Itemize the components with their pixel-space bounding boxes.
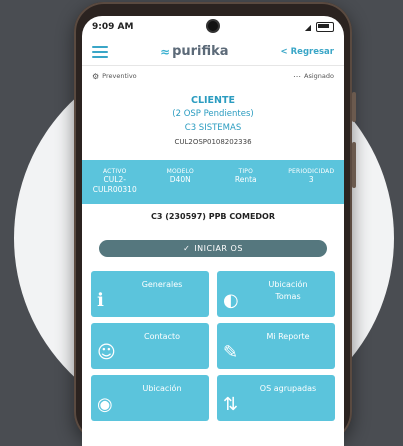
info-label: MODELO bbox=[166, 168, 194, 175]
tile-contacto[interactable]: ☺ Contacto bbox=[91, 323, 209, 369]
back-button[interactable]: < Regresar bbox=[281, 47, 334, 57]
tools-icon: ⚙ bbox=[92, 71, 100, 81]
power-button bbox=[352, 142, 356, 188]
users-icon: ☺ bbox=[97, 342, 116, 363]
volume-button bbox=[352, 92, 356, 122]
back-label: Regresar bbox=[290, 46, 334, 57]
info-tipo: TIPO Renta bbox=[216, 168, 276, 204]
asset-info-bar: ACTIVO CUL2- CULR00310 MODELO D40N TIPO … bbox=[82, 160, 344, 204]
preventive-label: Preventivo bbox=[102, 72, 137, 80]
phone-screen: 9:09 AM ◢ ≈ purifika < Regresar ⚙ Preven… bbox=[82, 16, 344, 446]
tile-ubicacion-tomas[interactable]: ◐ Ubicación Tomas bbox=[217, 271, 335, 317]
client-name: C3 SISTEMAS bbox=[184, 123, 242, 133]
tile-mi-reporte[interactable]: ✎ Mi Reporte bbox=[217, 323, 335, 369]
client-code: CUL2OSP0108202336 bbox=[174, 138, 252, 146]
info-activo: ACTIVO CUL2- CULR00310 bbox=[85, 168, 145, 204]
info-periodicidad: PERIODICIDAD 3 bbox=[281, 168, 341, 204]
info-icon: ℹ bbox=[97, 290, 104, 311]
edit-icon: ✎ bbox=[223, 342, 239, 363]
tile-label: Mi Reporte bbox=[266, 332, 310, 341]
start-os-label: INICIAR OS bbox=[194, 244, 243, 253]
info-modelo: MODELO D40N bbox=[150, 168, 210, 204]
tile-label: OS agrupadas bbox=[259, 384, 317, 393]
menu-grid: ℹ Generales ◐ Ubicación Tomas ☺ Contacto… bbox=[91, 271, 335, 421]
signal-icon: ◢ bbox=[304, 22, 311, 32]
check-icon: ✓ bbox=[183, 244, 191, 253]
info-value: D40N bbox=[169, 175, 191, 184]
assigned-label: Asignado bbox=[304, 72, 334, 80]
front-camera bbox=[208, 21, 218, 31]
info-label: TIPO bbox=[238, 168, 254, 175]
logo-text: purifika bbox=[172, 44, 229, 59]
water-drop-icon: ◐ bbox=[223, 290, 239, 311]
tile-os-agrupadas[interactable]: ⇅ OS agrupadas bbox=[217, 375, 335, 421]
info-value: CUL2- CULR00310 bbox=[92, 175, 137, 194]
order-tags: ⚙ Preventivo ⋯ Asignado bbox=[82, 68, 344, 84]
info-label: ACTIVO bbox=[102, 168, 127, 175]
tile-label: Generales bbox=[141, 280, 183, 289]
site-name: C3 (230597) PPB COMEDOR bbox=[150, 212, 276, 221]
loading-icon: ⋯ bbox=[293, 71, 302, 81]
status-icons: ◢ bbox=[305, 22, 334, 32]
phone-frame: 9:09 AM ◢ ≈ purifika < Regresar ⚙ Preven… bbox=[74, 2, 356, 446]
tile-label: Ubicación Tomas bbox=[268, 280, 308, 301]
wave-icon: ≈ bbox=[160, 44, 171, 59]
status-time: 9:09 AM bbox=[92, 22, 134, 32]
location-icon: ◉ bbox=[97, 394, 113, 415]
app-logo: ≈ purifika bbox=[160, 44, 229, 59]
tile-ubicacion[interactable]: ◉ Ubicación bbox=[91, 375, 209, 421]
info-value: 3 bbox=[308, 175, 314, 184]
preventive-tag: ⚙ Preventivo bbox=[92, 72, 137, 81]
pending-count: (2 OSP Pendientes) bbox=[172, 109, 254, 119]
client-title: CLIENTE bbox=[191, 95, 235, 106]
tile-generales[interactable]: ℹ Generales bbox=[91, 271, 209, 317]
tile-label: Ubicación bbox=[142, 384, 182, 393]
tile-label: Contacto bbox=[143, 332, 181, 341]
assigned-tag: ⋯ Asignado bbox=[293, 72, 334, 81]
info-value: Renta bbox=[234, 175, 257, 184]
info-label: PERIODICIDAD bbox=[288, 168, 335, 175]
merge-icon: ⇅ bbox=[223, 394, 239, 415]
battery-icon bbox=[316, 22, 334, 32]
chevron-left-icon: < bbox=[280, 46, 288, 57]
app-bar: ≈ purifika < Regresar bbox=[82, 38, 344, 66]
client-block: CLIENTE (2 OSP Pendientes) C3 SISTEMAS C… bbox=[82, 94, 344, 149]
start-os-button[interactable]: ✓ INICIAR OS bbox=[99, 240, 327, 257]
menu-icon[interactable] bbox=[92, 45, 108, 58]
